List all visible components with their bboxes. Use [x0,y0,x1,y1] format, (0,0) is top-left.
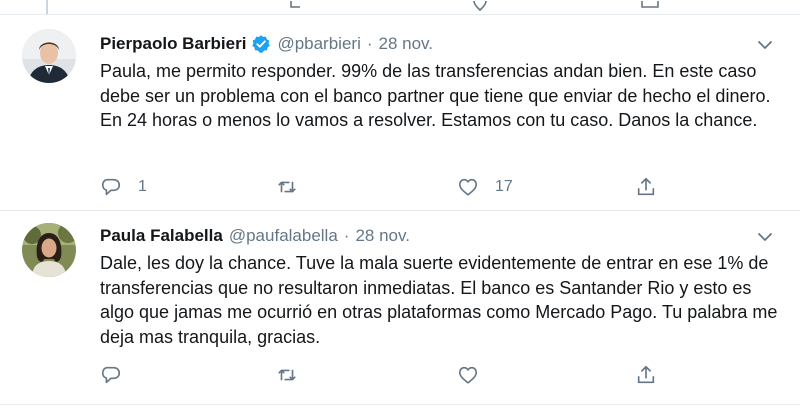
avatar[interactable] [22,223,76,277]
like-icon [458,178,478,196]
verified-badge-icon [251,34,271,54]
tweet[interactable]: Pierpaolo Barbieri @pbarbieri · 28 nov. … [0,15,800,211]
reply-count: 1 [138,178,147,195]
like-icon[interactable] [470,0,490,12]
share-icon [637,177,655,196]
reply-button[interactable] [100,363,138,387]
retweet-icon[interactable] [288,0,308,12]
like-button[interactable] [457,363,495,387]
share-button[interactable] [635,363,657,387]
avatar[interactable] [22,29,76,83]
tweet-text: Paula, me permito responder. 99% de las … [100,61,771,130]
share-icon[interactable] [640,0,660,12]
share-icon [637,365,655,384]
tweet-header: Paula Falabella @paufalabella · 28 nov. [100,224,410,248]
display-name[interactable]: Paula Falabella [100,226,223,246]
like-count: 17 [495,178,513,195]
chevron-down-icon[interactable] [756,36,774,54]
handle[interactable]: @paufalabella [229,226,338,246]
woman-outdoors-avatar [22,223,76,277]
separator: · [343,226,350,245]
tweet[interactable]: Paula Falabella @paufalabella · 28 nov. … [0,211,800,405]
like-icon [458,366,478,384]
tweet-actions [100,363,680,387]
retweet-button[interactable] [276,363,314,387]
chevron-down-icon[interactable] [756,228,774,246]
tweet-actions: 1 17 [100,175,680,199]
retweet-button[interactable] [276,175,314,199]
display-name[interactable]: Pierpaolo Barbieri [100,34,246,54]
reply-icon [101,178,121,196]
tweet-text: Dale, les doy la chance. Tuve la mala su… [100,253,778,347]
separator: · [366,34,373,53]
handle[interactable]: @pbarbieri [277,34,360,54]
retweet-icon [278,181,296,193]
reply-icon [101,366,121,384]
share-button[interactable] [635,175,657,199]
retweet-icon [278,369,296,381]
man-in-suit-avatar [22,29,76,83]
tweet-header: Pierpaolo Barbieri @pbarbieri · 28 nov. [100,32,433,56]
previous-tweet-edge [0,0,800,15]
thread-line [46,0,48,14]
timestamp[interactable]: 28 nov. [379,34,434,54]
reply-button[interactable]: 1 [100,175,147,199]
timestamp[interactable]: 28 nov. [355,226,410,246]
like-button[interactable]: 17 [457,175,513,199]
